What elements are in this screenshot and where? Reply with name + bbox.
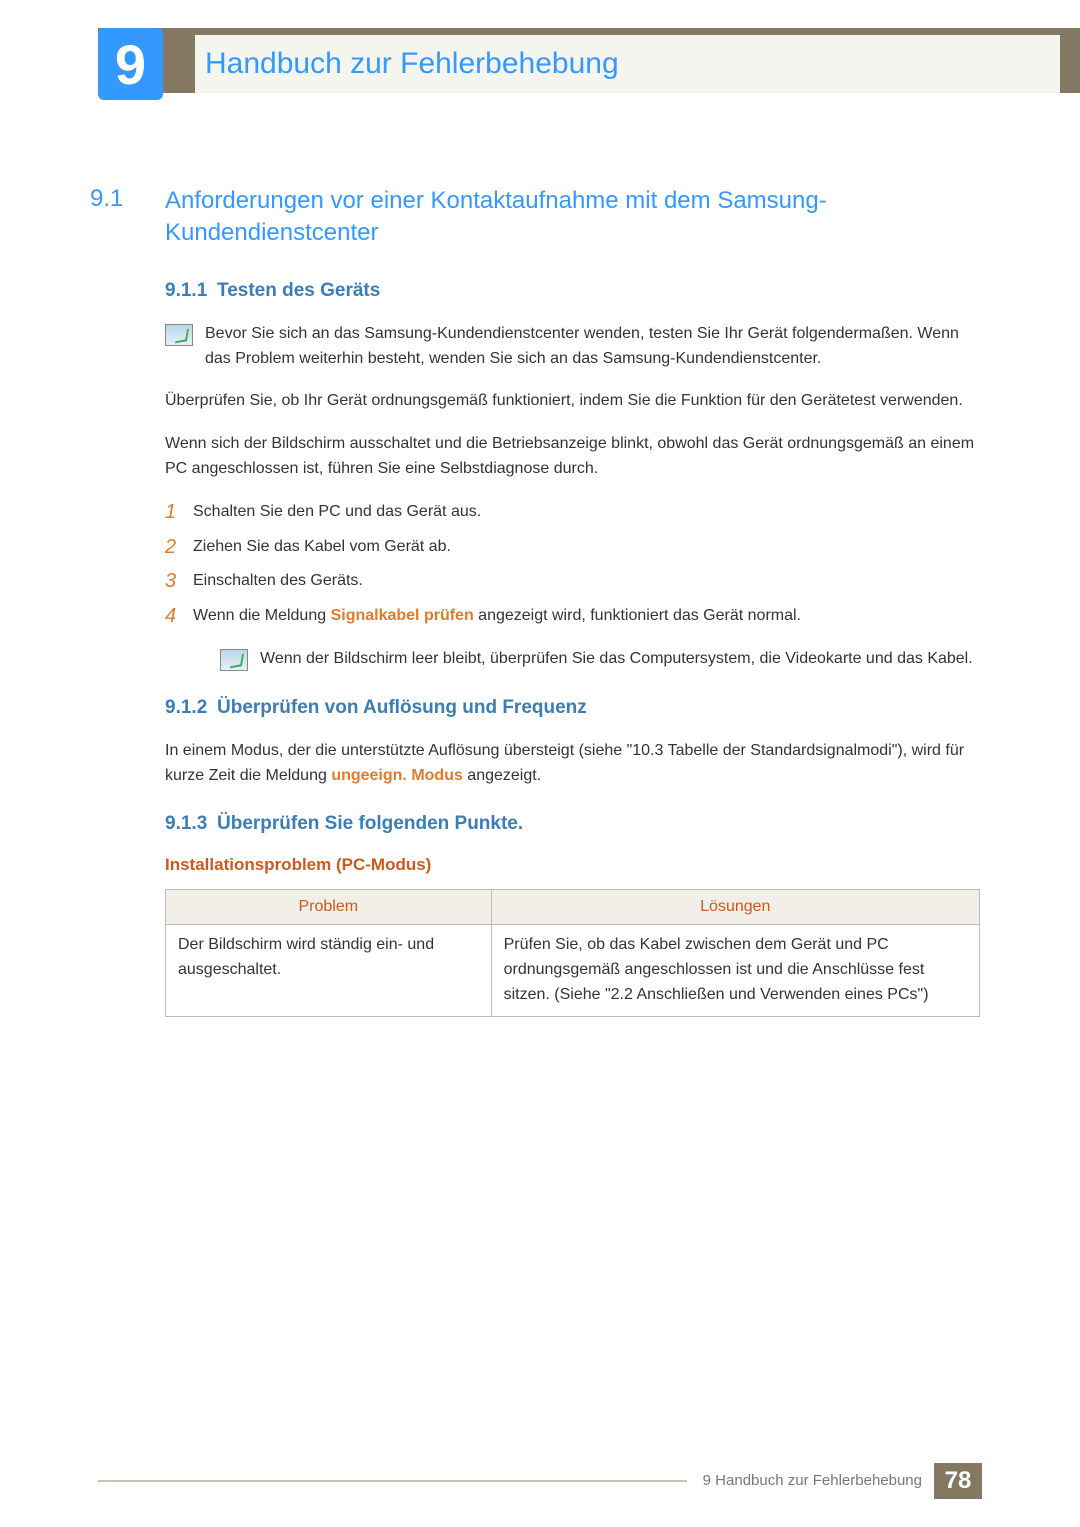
page-footer: 9 Handbuch zur Fehlerbehebung 78	[98, 1463, 982, 1499]
subsection-title: Überprüfen von Auflösung und Frequenz	[217, 697, 587, 718]
step-number: 3	[165, 569, 193, 593]
subsection-number: 9.1.1	[165, 280, 217, 302]
note-icon	[220, 649, 248, 671]
footer-rule	[98, 1480, 687, 1499]
page-number: 78	[934, 1463, 982, 1499]
subheading: Installationsproblem (PC-Modus)	[165, 855, 980, 875]
section-title: Anforderungen vor einer Kontaktaufnahme …	[165, 185, 980, 250]
page-content: 9.1 Anforderungen vor einer Kontaktaufna…	[90, 185, 980, 1017]
note-text: Wenn der Bildschirm leer bleibt, überprü…	[260, 647, 973, 672]
step-text: Schalten Sie den PC und das Gerät aus.	[193, 500, 481, 525]
step-item: 2 Ziehen Sie das Kabel vom Gerät ab.	[165, 535, 980, 560]
section-heading: 9.1 Anforderungen vor einer Kontaktaufna…	[90, 185, 980, 250]
chapter-number-badge: 9	[98, 28, 163, 100]
subsection-number: 9.1.3	[165, 813, 217, 835]
paragraph: Wenn sich der Bildschirm ausschaltet und…	[165, 432, 980, 482]
subsection-title: Testen des Geräts	[217, 280, 380, 301]
subsection-title: Überprüfen Sie folgenden Punkte.	[217, 813, 523, 834]
note-block: Bevor Sie sich an das Samsung-Kundendien…	[165, 322, 980, 372]
step-number: 4	[165, 604, 193, 628]
subsection-912: 9.1.2Überprüfen von Auflösung und Freque…	[165, 697, 980, 719]
table-header-row: Problem Lösungen	[166, 890, 980, 925]
step-item: 4 Wenn die Meldung Signalkabel prüfen an…	[165, 604, 980, 629]
table-header: Problem	[166, 890, 492, 925]
step-text: Einschalten des Geräts.	[193, 569, 363, 594]
note-icon	[165, 324, 193, 346]
subsection-913: 9.1.3Überprüfen Sie folgenden Punkte.	[165, 813, 980, 835]
section-number: 9.1	[90, 185, 165, 250]
footer-chapter-label: 9 Handbuch zur Fehlerbehebung	[687, 1463, 934, 1499]
highlight: Signalkabel prüfen	[331, 607, 474, 624]
subsection-number: 9.1.2	[165, 697, 217, 719]
step-text: Ziehen Sie das Kabel vom Gerät ab.	[193, 535, 451, 560]
troubleshooting-table: Problem Lösungen Der Bildschirm wird stä…	[165, 889, 980, 1016]
highlight: ungeeign. Modus	[331, 767, 463, 784]
nested-note-block: Wenn der Bildschirm leer bleibt, überprü…	[220, 647, 980, 672]
subsection-911: 9.1.1Testen des Geräts	[165, 280, 980, 302]
note-text: Bevor Sie sich an das Samsung-Kundendien…	[205, 322, 980, 372]
step-item: 3 Einschalten des Geräts.	[165, 569, 980, 594]
paragraph: In einem Modus, der die unterstützte Auf…	[165, 739, 980, 789]
chapter-title: Handbuch zur Fehlerbehebung	[195, 35, 1060, 93]
table-cell: Der Bildschirm wird ständig ein- und aus…	[166, 925, 492, 1016]
step-text: Wenn die Meldung Signalkabel prüfen ange…	[193, 604, 801, 629]
step-number: 2	[165, 535, 193, 559]
paragraph: Überprüfen Sie, ob Ihr Gerät ordnungsgem…	[165, 389, 980, 414]
numbered-steps: 1 Schalten Sie den PC und das Gerät aus.…	[165, 500, 980, 629]
step-number: 1	[165, 500, 193, 524]
table-row: Der Bildschirm wird ständig ein- und aus…	[166, 925, 980, 1016]
table-cell: Prüfen Sie, ob das Kabel zwischen dem Ge…	[491, 925, 979, 1016]
step-item: 1 Schalten Sie den PC und das Gerät aus.	[165, 500, 980, 525]
table-header: Lösungen	[491, 890, 979, 925]
